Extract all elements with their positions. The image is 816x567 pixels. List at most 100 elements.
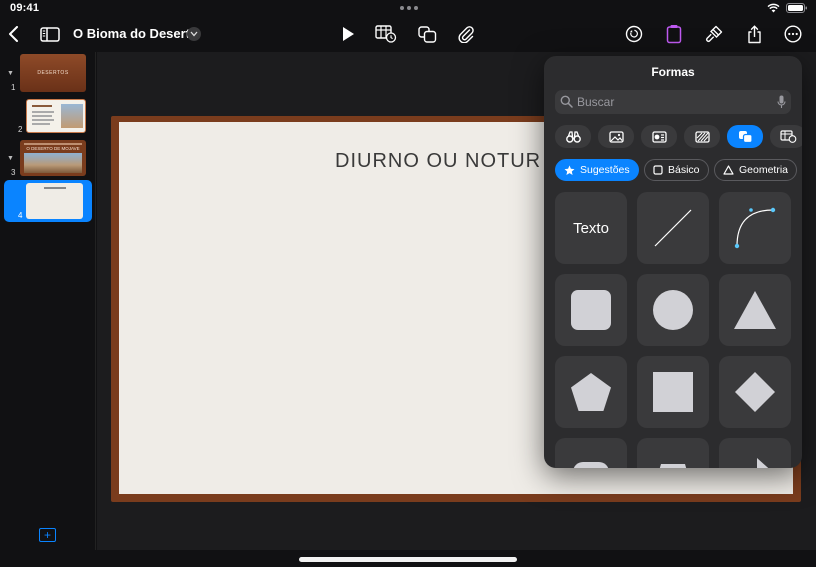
photo-icon bbox=[608, 130, 624, 143]
shapes-popover: Formas Sugestões Básico bbox=[544, 56, 802, 468]
shape-arrow[interactable] bbox=[719, 438, 791, 468]
chip-geometry[interactable]: Geometria bbox=[714, 159, 798, 181]
chip-label: Básico bbox=[668, 164, 700, 176]
clipboard-icon bbox=[666, 25, 682, 44]
chip-suggestions[interactable]: Sugestões bbox=[555, 159, 639, 181]
play-icon bbox=[343, 27, 354, 41]
rounded-square-icon bbox=[571, 290, 611, 330]
undo-button[interactable] bbox=[620, 20, 648, 48]
shape-diamond[interactable] bbox=[719, 356, 791, 428]
circle-icon bbox=[653, 290, 693, 330]
format-button[interactable] bbox=[700, 20, 728, 48]
table-icon bbox=[779, 130, 796, 143]
slide-thumbnail-4[interactable] bbox=[26, 183, 83, 219]
line-icon bbox=[654, 209, 692, 247]
slide-thumbnail-label: O DESERTO DE MOJAVE bbox=[26, 146, 80, 151]
slide-thumbnail-1[interactable]: DESERTOS bbox=[20, 54, 86, 92]
undo-icon bbox=[625, 25, 643, 43]
category-photos[interactable] bbox=[598, 125, 634, 148]
table-icon bbox=[375, 25, 397, 43]
search-icon bbox=[560, 95, 573, 108]
square-icon bbox=[653, 165, 663, 175]
collapse-triangle-icon[interactable]: ▼ bbox=[7, 70, 14, 77]
arrow-icon bbox=[735, 458, 769, 468]
shape-filter-chips: Sugestões Básico Geometria bbox=[555, 159, 802, 181]
sidebar-toggle-button[interactable] bbox=[36, 20, 64, 48]
shape-curve[interactable] bbox=[719, 192, 791, 264]
wifi-icon bbox=[767, 3, 780, 13]
more-button[interactable] bbox=[779, 20, 807, 48]
insert-table-button[interactable] bbox=[372, 20, 400, 48]
shape-triangle[interactable] bbox=[719, 274, 791, 346]
sidebar-icon bbox=[40, 26, 60, 42]
slide-thumbnail-3[interactable]: O DESERTO DE MOJAVE bbox=[20, 140, 86, 176]
shape-line[interactable] bbox=[637, 192, 709, 264]
shape-square[interactable] bbox=[637, 356, 709, 428]
slide-thumbnail-2[interactable] bbox=[26, 99, 86, 133]
shape-trapezoid[interactable] bbox=[637, 438, 709, 468]
text-tile-label: Texto bbox=[573, 219, 609, 237]
chevron-left-icon bbox=[9, 26, 18, 42]
triangle-icon bbox=[723, 165, 734, 175]
pentagon-icon bbox=[571, 373, 611, 411]
toolbar: O Bioma do Deserto bbox=[0, 16, 816, 52]
paperclip-icon bbox=[458, 26, 474, 43]
back-button[interactable] bbox=[0, 20, 28, 48]
slide-title[interactable]: DIURNO OU NOTUR bbox=[335, 150, 541, 173]
binoculars-icon bbox=[565, 130, 581, 143]
trapezoid-icon bbox=[659, 464, 687, 468]
chip-basic[interactable]: Básico bbox=[644, 159, 709, 181]
pattern-icon bbox=[694, 130, 710, 143]
diamond-icon bbox=[735, 372, 775, 412]
shape-rounded-square[interactable] bbox=[555, 274, 627, 346]
popover-title: Formas bbox=[651, 65, 695, 79]
chip-label: Sugestões bbox=[580, 164, 630, 176]
insert-shape-button[interactable] bbox=[413, 20, 441, 48]
category-tables[interactable] bbox=[770, 125, 802, 148]
collapse-triangle-icon[interactable]: ▼ bbox=[7, 155, 14, 162]
slide-number: 1 bbox=[11, 83, 16, 92]
category-bar bbox=[555, 125, 802, 149]
shape-speech-bubble[interactable] bbox=[555, 438, 627, 468]
status-right bbox=[767, 3, 808, 13]
search-field[interactable] bbox=[555, 90, 791, 114]
shapes-icon bbox=[417, 25, 436, 43]
chip-label: Geometria bbox=[739, 164, 789, 176]
battery-icon bbox=[786, 3, 807, 13]
star-icon bbox=[564, 165, 575, 175]
slide-number: 4 bbox=[18, 211, 23, 220]
insert-button[interactable] bbox=[660, 20, 688, 48]
title-menu-button[interactable] bbox=[187, 27, 201, 41]
speech-bubble-icon bbox=[573, 462, 609, 468]
square-icon bbox=[653, 372, 693, 412]
share-button[interactable] bbox=[740, 20, 768, 48]
shape-pentagon[interactable] bbox=[555, 356, 627, 428]
microphone-icon[interactable] bbox=[777, 95, 786, 109]
category-charts[interactable] bbox=[641, 125, 677, 148]
slide-navigator: ▼ 1 DESERTOS 2 ▼ 3 O DESERTO DE MOJAVE 4… bbox=[0, 52, 96, 550]
slide-number: 2 bbox=[18, 125, 23, 134]
multitasking-dots[interactable] bbox=[400, 6, 418, 10]
home-indicator[interactable] bbox=[299, 557, 517, 562]
curve-icon bbox=[734, 207, 776, 249]
search-input[interactable] bbox=[577, 93, 767, 111]
document-title[interactable]: O Bioma do Deserto bbox=[73, 26, 198, 41]
category-patterns[interactable] bbox=[684, 125, 720, 148]
add-slide-button[interactable]: + bbox=[39, 528, 56, 542]
slide-number: 3 bbox=[11, 168, 16, 177]
shape-text-box[interactable]: Texto bbox=[555, 192, 627, 264]
chart-icon bbox=[651, 130, 667, 143]
insert-media-button[interactable] bbox=[452, 20, 480, 48]
slide-thumbnail-label: DESERTOS bbox=[37, 70, 69, 76]
shape-circle[interactable] bbox=[637, 274, 709, 346]
chevron-down-icon bbox=[190, 31, 198, 37]
status-bar: 09:41 bbox=[0, 0, 816, 16]
category-objects[interactable] bbox=[555, 125, 591, 148]
status-time: 09:41 bbox=[10, 2, 40, 14]
paintbrush-icon bbox=[706, 25, 723, 42]
plus-icon: + bbox=[43, 528, 51, 542]
share-icon bbox=[747, 24, 761, 43]
play-button[interactable] bbox=[334, 20, 362, 48]
category-shapes[interactable] bbox=[727, 125, 763, 148]
ellipsis-circle-icon bbox=[784, 25, 802, 43]
